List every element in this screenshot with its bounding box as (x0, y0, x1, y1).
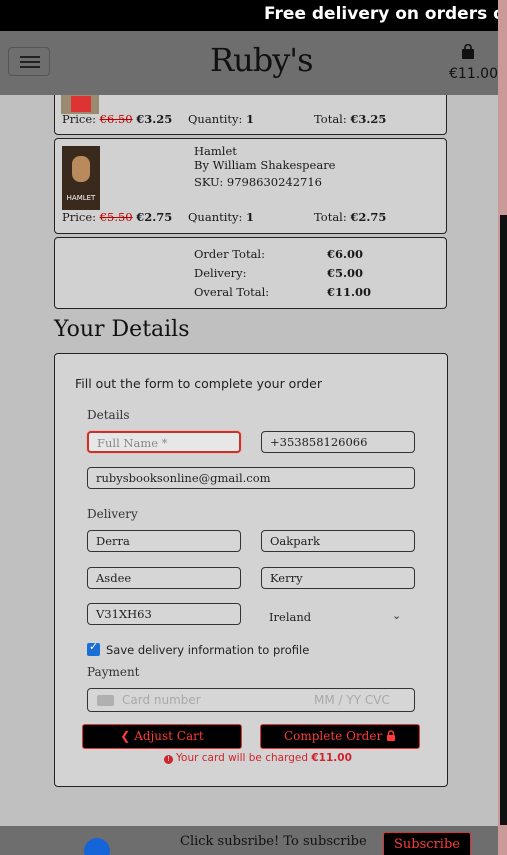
price-row: Price: €5.50 €2.75 (62, 210, 173, 224)
lock-icon (387, 730, 396, 741)
overall-total-value: €11.00 (327, 285, 372, 299)
item-total: Total: €2.75 (314, 210, 387, 224)
delivery-label: Delivery: (194, 266, 247, 280)
price: €2.75 (136, 210, 173, 224)
payment-label: Payment (87, 665, 140, 679)
quantity: Quantity: 1 (188, 112, 255, 126)
facebook-icon[interactable] (84, 838, 110, 855)
complete-order-button[interactable]: Complete Order (260, 724, 420, 749)
old-price: €6.50 (99, 112, 133, 126)
details-label: Details (87, 408, 130, 422)
alert-icon: ! (164, 755, 173, 764)
banner-text: Free delivery on orders o (264, 4, 498, 24)
cart-item: Price: €6.50 €3.25 Quantity: 1 Total: €3… (54, 95, 447, 135)
card-number-field[interactable]: Card number MM / YY CVC (87, 688, 415, 712)
save-info-label[interactable]: Save delivery information to profile (106, 643, 309, 657)
cart-total[interactable]: €11.00 (449, 66, 498, 82)
delivery-banner: Free delivery on orders o (0, 0, 498, 31)
quantity: Quantity: 1 (188, 210, 255, 224)
address-line2-field[interactable]: Oakpark (261, 530, 415, 552)
county-field[interactable]: Kerry (261, 567, 415, 589)
full-name-field[interactable]: Full Name * (87, 431, 241, 453)
order-total-value: €6.00 (327, 247, 364, 261)
price: €3.25 (136, 112, 173, 126)
order-total-label: Order Total: (194, 247, 265, 261)
adjust-cart-button[interactable]: ❮ Adjust Cart (82, 724, 242, 749)
address-line1-field[interactable]: Derra (87, 530, 241, 552)
save-info-checkbox[interactable]: ✓ (87, 640, 100, 656)
price-row: Price: €6.50 €3.25 (62, 112, 173, 126)
delivery-value: €5.00 (327, 266, 364, 280)
window-edge (498, 0, 507, 855)
menu-toggle-button[interactable] (8, 47, 50, 76)
checkout-content: Price: €6.50 €3.25 Quantity: 1 Total: €3… (0, 95, 498, 826)
site-footer: Click subsribe! To subscribe Subscribe (0, 826, 498, 855)
card-number-placeholder: Card number (122, 693, 201, 707)
old-price: €5.50 (99, 210, 133, 224)
book-cover-image: HAMLET (62, 146, 100, 210)
overall-total-label: Overal Total: (194, 285, 270, 299)
postcode-field[interactable]: V31XH63 (87, 603, 241, 625)
credit-card-icon (97, 695, 114, 706)
book-author: By William Shakespeare (194, 158, 336, 172)
item-total: Total: €3.25 (314, 112, 387, 126)
shopping-bag-icon[interactable] (461, 44, 475, 60)
book-sku: SKU: 9798630242716 (194, 175, 322, 189)
phone-field[interactable]: +353858126066 (261, 431, 415, 453)
charge-notice: ! Your card will be charged €11.00 (164, 752, 352, 764)
town-field[interactable]: Asdee (87, 567, 241, 589)
subscribe-text: Click subsribe! To subscribe (180, 834, 367, 849)
form-intro: Fill out the form to complete your order (75, 376, 323, 391)
section-title: Your Details (54, 317, 190, 342)
charge-amount: €11.00 (311, 752, 352, 764)
site-header: Ruby's €11.00 (0, 31, 498, 95)
checkout-form: Fill out the form to complete your order… (54, 353, 448, 787)
book-title: Hamlet (194, 144, 237, 158)
cover-title: HAMLET (66, 194, 96, 202)
cart-item: HAMLET Hamlet By William Shakespeare SKU… (54, 138, 447, 234)
order-summary: Order Total: €6.00 Delivery: €5.00 Overa… (54, 237, 447, 309)
brand-logo[interactable]: Ruby's (210, 41, 313, 79)
chevron-down-icon[interactable]: ⌄ (392, 609, 401, 622)
subscribe-button[interactable]: Subscribe (383, 832, 471, 855)
chevron-left-icon: ❮ (120, 729, 131, 743)
card-expiry-placeholder: MM / YY CVC (314, 693, 390, 707)
email-field[interactable]: rubysbooksonline@gmail.com (87, 467, 415, 489)
delivery-label: Delivery (87, 507, 138, 521)
country-select[interactable]: Ireland (269, 610, 311, 624)
